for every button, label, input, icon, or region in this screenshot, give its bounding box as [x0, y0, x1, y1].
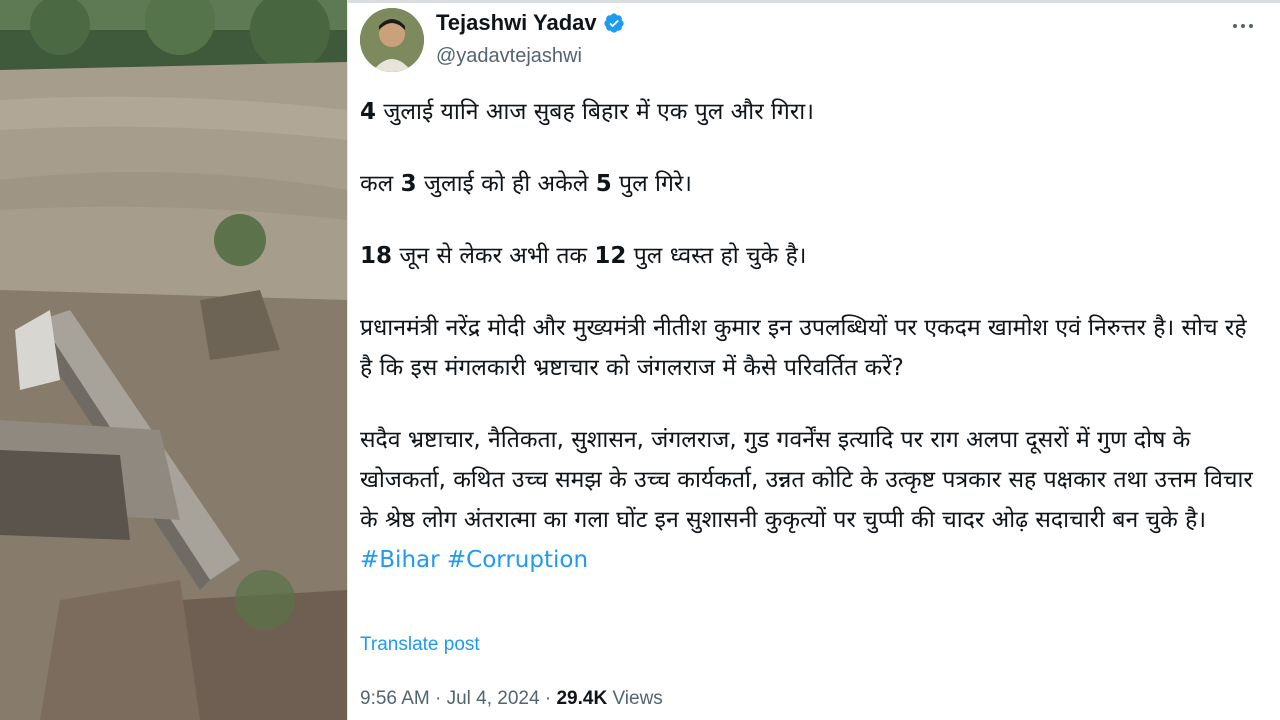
hashtag-link[interactable]: #Corruption [447, 547, 588, 573]
tweet-paragraph-3: 18 जून से लेकर अभी तक 12 पुल ध्वस्त हो च… [360, 236, 1260, 276]
more-dot-icon [1249, 24, 1253, 28]
tweet-paragraph-1: 4 जुलाई यानि आज सुबह बिहार में एक पुल और… [360, 92, 1260, 132]
tweet-paragraph-5: सदैव भ्रष्टाचार, नैतिकता, सुशासन, जंगलरा… [360, 420, 1260, 580]
author-display-name[interactable]: Tejashwi Yadav [436, 10, 597, 36]
number-highlight: 4 [360, 99, 377, 125]
more-dot-icon [1233, 24, 1237, 28]
top-divider [348, 0, 1280, 3]
meta-separator: · [429, 688, 447, 709]
number-highlight: 12 [594, 243, 627, 269]
avatar-image [360, 8, 424, 72]
views-label: Views [607, 688, 663, 709]
author-name-row: Tejashwi Yadav [436, 10, 625, 36]
meta-separator: · [539, 688, 557, 709]
author-handle[interactable]: @yadavtejashwi [436, 45, 582, 68]
avatar[interactable] [360, 8, 424, 72]
tweet-meta: 9:56 AM · Jul 4, 2024 · 29.4K Views [360, 688, 663, 710]
paragraph-text: प्रधानमंत्री नरेंद्र मोदी और मुख्यमंत्री… [360, 315, 1247, 381]
photo-illustration [0, 0, 347, 720]
number-highlight: 5 [595, 171, 612, 197]
paragraph-text: पुल गिरे। [611, 171, 693, 197]
paragraph-text: कल [360, 171, 401, 197]
number-highlight: 3 [400, 171, 417, 197]
paragraph-text: सदैव भ्रष्टाचार, नैतिकता, सुशासन, जंगलरा… [360, 427, 1253, 533]
tweet-paragraph-4: प्रधानमंत्री नरेंद्र मोदी और मुख्यमंत्री… [360, 308, 1260, 388]
more-dot-icon [1241, 24, 1245, 28]
bridge-collapse-photo [0, 0, 347, 720]
more-options-button[interactable] [1228, 14, 1258, 38]
paragraph-text: जुलाई को ही अकेले [416, 171, 596, 197]
translate-post-link[interactable]: Translate post [360, 634, 480, 656]
tweet-date[interactable]: Jul 4, 2024 [447, 688, 540, 709]
tweet-paragraph-2: कल 3 जुलाई को ही अकेले 5 पुल गिरे। [360, 164, 1260, 204]
number-highlight: 18 [360, 243, 393, 269]
verified-badge-icon [603, 13, 624, 33]
paragraph-text: जून से लेकर अभी तक [392, 243, 595, 269]
paragraph-text: पुल ध्वस्त हो चुके है। [626, 243, 807, 269]
views-count: 29.4K [556, 688, 608, 709]
tweet-card: Tejashwi Yadav @yadavtejashwi 4 जुलाई या… [347, 0, 1280, 720]
hashtag-link[interactable]: #Bihar [360, 547, 440, 573]
tweet-body: 4 जुलाई यानि आज सुबह बिहार में एक पुल और… [360, 92, 1260, 612]
tweet-time[interactable]: 9:56 AM [360, 688, 430, 709]
paragraph-text: जुलाई यानि आज सुबह बिहार में एक पुल और ग… [376, 99, 814, 125]
